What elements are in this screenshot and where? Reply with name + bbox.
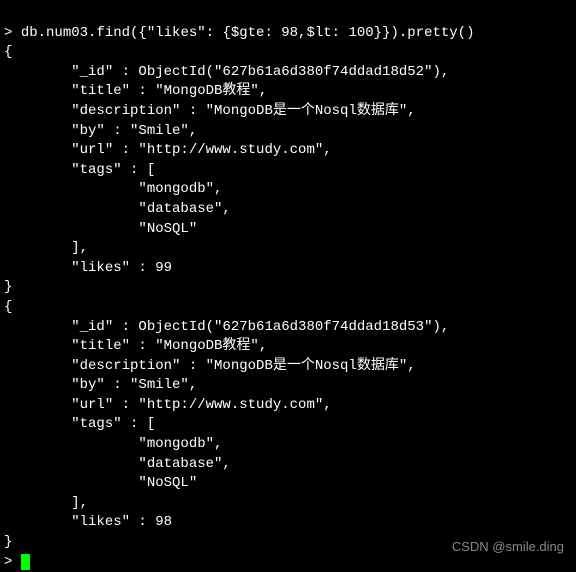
command-text: db.num03.find({"likes": {$gte: 98,$lt: 1…	[21, 25, 475, 41]
command-line: > db.num03.find({"likes": {$gte: 98,$lt:…	[4, 25, 475, 41]
prompt-symbol: >	[4, 25, 21, 41]
query-results: { "_id" : ObjectId("627b61a6d380f74ddad1…	[4, 43, 572, 552]
next-prompt[interactable]: >	[4, 554, 30, 570]
watermark: CSDN @smile.ding	[452, 538, 564, 556]
cursor-block	[21, 554, 30, 570]
terminal-output: > db.num03.find({"likes": {$gte: 98,$lt:…	[4, 4, 572, 572]
